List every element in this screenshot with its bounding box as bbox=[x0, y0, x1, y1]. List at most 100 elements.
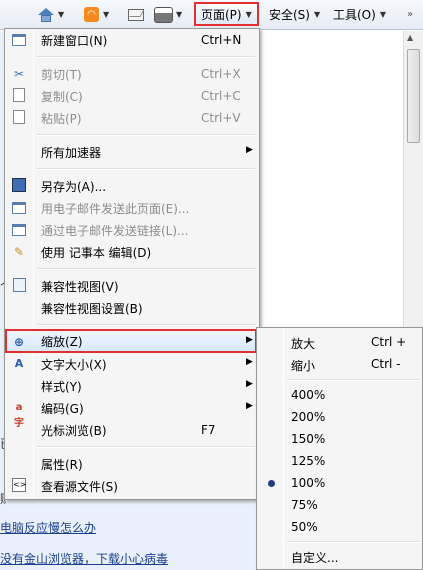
menu-separator bbox=[37, 168, 255, 170]
zoom-in-item[interactable]: 放大 Ctrl + bbox=[259, 331, 422, 353]
pencil-icon: ✎ bbox=[13, 245, 25, 259]
menu-item-compat-view[interactable]: 兼容性视图(V) bbox=[7, 275, 257, 297]
menu-separator bbox=[37, 268, 255, 270]
chevron-down-icon[interactable]: ▼ bbox=[103, 10, 109, 19]
new-window-icon bbox=[12, 34, 26, 46]
menu-item-shortcut: Ctrl+N bbox=[201, 33, 242, 47]
menu-item-label: 缩放(Z) bbox=[41, 334, 83, 349]
menu-item-cut[interactable]: ✂ 剪切(T) Ctrl+X bbox=[7, 63, 257, 85]
zoom-level-item[interactable]: 125% bbox=[259, 450, 422, 472]
zoom-level-label: 200% bbox=[291, 410, 326, 424]
selected-radio-icon bbox=[268, 480, 275, 487]
encoding-icon: a字 bbox=[14, 402, 24, 429]
menu-item-label: 兼容性视图(V) bbox=[41, 279, 119, 294]
scissors-icon: ✂ bbox=[13, 67, 25, 81]
menu-item-new-window[interactable]: 新建窗口(N) Ctrl+N bbox=[7, 29, 257, 51]
vertical-scrollbar[interactable]: ▲ bbox=[403, 31, 423, 331]
menu-item-zoom[interactable]: ⊕ 缩放(Z) ▶ bbox=[5, 329, 257, 353]
menu-item-label: 剪切(T) bbox=[41, 67, 82, 82]
safety-menu-label: 安全(S) bbox=[269, 8, 310, 22]
menu-item-accelerators[interactable]: 所有加速器 ▶ bbox=[7, 141, 257, 163]
feeds-button[interactable]: ◠ ▼ bbox=[84, 4, 109, 25]
menu-item-label: 使用 记事本 编辑(D) bbox=[41, 245, 152, 260]
scroll-up-icon[interactable]: ▲ bbox=[407, 33, 413, 42]
submenu-arrow-icon: ▶ bbox=[246, 357, 253, 367]
menu-item-label: 文字大小(X) bbox=[41, 357, 107, 372]
menu-item-caret-browsing[interactable]: 光标浏览(B) F7 bbox=[7, 419, 257, 441]
zoom-custom-item[interactable]: 自定义... bbox=[259, 545, 422, 567]
page-link[interactable]: 电脑反应慢怎么办 bbox=[0, 519, 96, 536]
menu-item-label: 编码(G) bbox=[41, 401, 84, 416]
menu-item-label: 属性(R) bbox=[41, 457, 83, 472]
menu-item-edit-with[interactable]: ✎ 使用 记事本 编辑(D) bbox=[7, 241, 257, 263]
menu-separator bbox=[37, 446, 255, 448]
menu-item-label: 粘贴(P) bbox=[41, 111, 82, 126]
home-icon bbox=[38, 7, 54, 22]
menu-item-shortcut: F7 bbox=[201, 423, 216, 437]
email-page-icon bbox=[12, 202, 26, 214]
menu-item-shortcut: Ctrl + bbox=[371, 335, 407, 349]
magnifier-icon: ⊕ bbox=[13, 335, 25, 349]
zoom-level-label: 50% bbox=[291, 520, 318, 534]
menu-item-paste[interactable]: 粘贴(P) Ctrl+V bbox=[7, 107, 257, 129]
submenu-arrow-icon: ▶ bbox=[246, 401, 253, 411]
menu-item-encoding[interactable]: a字 编码(G) ▶ bbox=[7, 397, 257, 429]
menu-item-copy[interactable]: 复制(C) Ctrl+C bbox=[7, 85, 257, 107]
menu-item-label: 自定义... bbox=[291, 551, 339, 565]
zoom-level-item[interactable]: 75% bbox=[259, 494, 422, 516]
home-button[interactable]: ▼ bbox=[38, 4, 64, 25]
menu-item-view-source[interactable]: <> 查看源文件(S) bbox=[7, 475, 257, 497]
chevron-down-icon[interactable]: ▼ bbox=[58, 10, 64, 19]
zoom-level-label: 150% bbox=[291, 432, 326, 446]
menu-item-label: 缩小 bbox=[291, 359, 316, 373]
source-code-icon: <> bbox=[12, 478, 26, 492]
menu-item-save-as[interactable]: 另存为(A)... bbox=[7, 175, 257, 197]
zoom-level-item-selected[interactable]: 100% bbox=[259, 472, 422, 494]
page-link[interactable]: 没有金山浏览器，下载小心病毒 bbox=[0, 550, 168, 567]
menu-item-label: 新建窗口(N) bbox=[41, 33, 108, 48]
print-button[interactable]: ▼ bbox=[155, 4, 182, 25]
menu-separator bbox=[37, 134, 255, 136]
zoom-level-label: 400% bbox=[291, 388, 326, 402]
menu-item-text-size[interactable]: A 文字大小(X) ▶ bbox=[7, 353, 257, 375]
zoom-level-item[interactable]: 200% bbox=[259, 406, 422, 428]
zoom-level-label: 125% bbox=[291, 454, 326, 468]
clipboard-icon bbox=[13, 110, 25, 124]
command-bar: ▼ ◠ ▼ ▼ 页面(P) ▼ 安全(S) ▼ 工具(O) ▼ » bbox=[0, 0, 423, 30]
chevron-down-icon: ▼ bbox=[313, 10, 321, 19]
chevron-down-icon: ▼ bbox=[379, 10, 386, 19]
page-menu: 新建窗口(N) Ctrl+N ✂ 剪切(T) Ctrl+X 复制(C) Ctrl… bbox=[4, 28, 260, 500]
menu-item-email-page[interactable]: 用电子邮件发送此页面(E)... bbox=[7, 197, 257, 219]
zoom-level-label: 100% bbox=[291, 476, 326, 490]
page-content-area bbox=[258, 31, 423, 331]
menu-item-label: 复制(C) bbox=[41, 89, 83, 104]
scrollbar-thumb[interactable] bbox=[407, 49, 420, 143]
menu-item-properties[interactable]: 属性(R) bbox=[7, 453, 257, 475]
menu-item-shortcut: Ctrl+V bbox=[201, 111, 241, 125]
menu-item-label: 另存为(A)... bbox=[41, 179, 107, 194]
copy-icon bbox=[13, 88, 25, 102]
menu-item-compat-settings[interactable]: 兼容性视图设置(B) bbox=[7, 297, 257, 319]
safety-menu-button[interactable]: 安全(S) ▼ bbox=[269, 4, 320, 25]
printer-icon bbox=[155, 7, 172, 22]
mail-icon bbox=[128, 8, 144, 21]
menu-item-label: 光标浏览(B) bbox=[41, 423, 107, 438]
chevron-down-icon[interactable]: ▼ bbox=[176, 10, 182, 19]
menu-separator bbox=[287, 541, 420, 543]
page-menu-button[interactable]: 页面(P) ▼ bbox=[194, 2, 259, 26]
menu-item-style[interactable]: 样式(Y) ▶ bbox=[7, 375, 257, 397]
tools-menu-button[interactable]: 工具(O) ▼ bbox=[333, 4, 386, 25]
menu-item-label: 所有加速器 bbox=[41, 145, 102, 160]
menu-separator bbox=[37, 56, 255, 58]
zoom-level-item[interactable]: 150% bbox=[259, 428, 422, 450]
zoom-out-item[interactable]: 缩小 Ctrl - bbox=[259, 353, 422, 375]
more-commands-button[interactable]: » bbox=[407, 4, 413, 25]
read-mail-button[interactable] bbox=[128, 4, 144, 25]
zoom-level-item[interactable]: 400% bbox=[259, 384, 422, 406]
zoom-level-label: 75% bbox=[291, 498, 318, 512]
rss-icon: ◠ bbox=[84, 7, 99, 22]
menu-item-email-link[interactable]: 通过电子邮件发送链接(L)... bbox=[7, 219, 257, 241]
double-chevron-icon: » bbox=[407, 9, 414, 20]
zoom-level-item[interactable]: 50% bbox=[259, 516, 422, 538]
menu-item-shortcut: Ctrl+X bbox=[201, 67, 241, 81]
